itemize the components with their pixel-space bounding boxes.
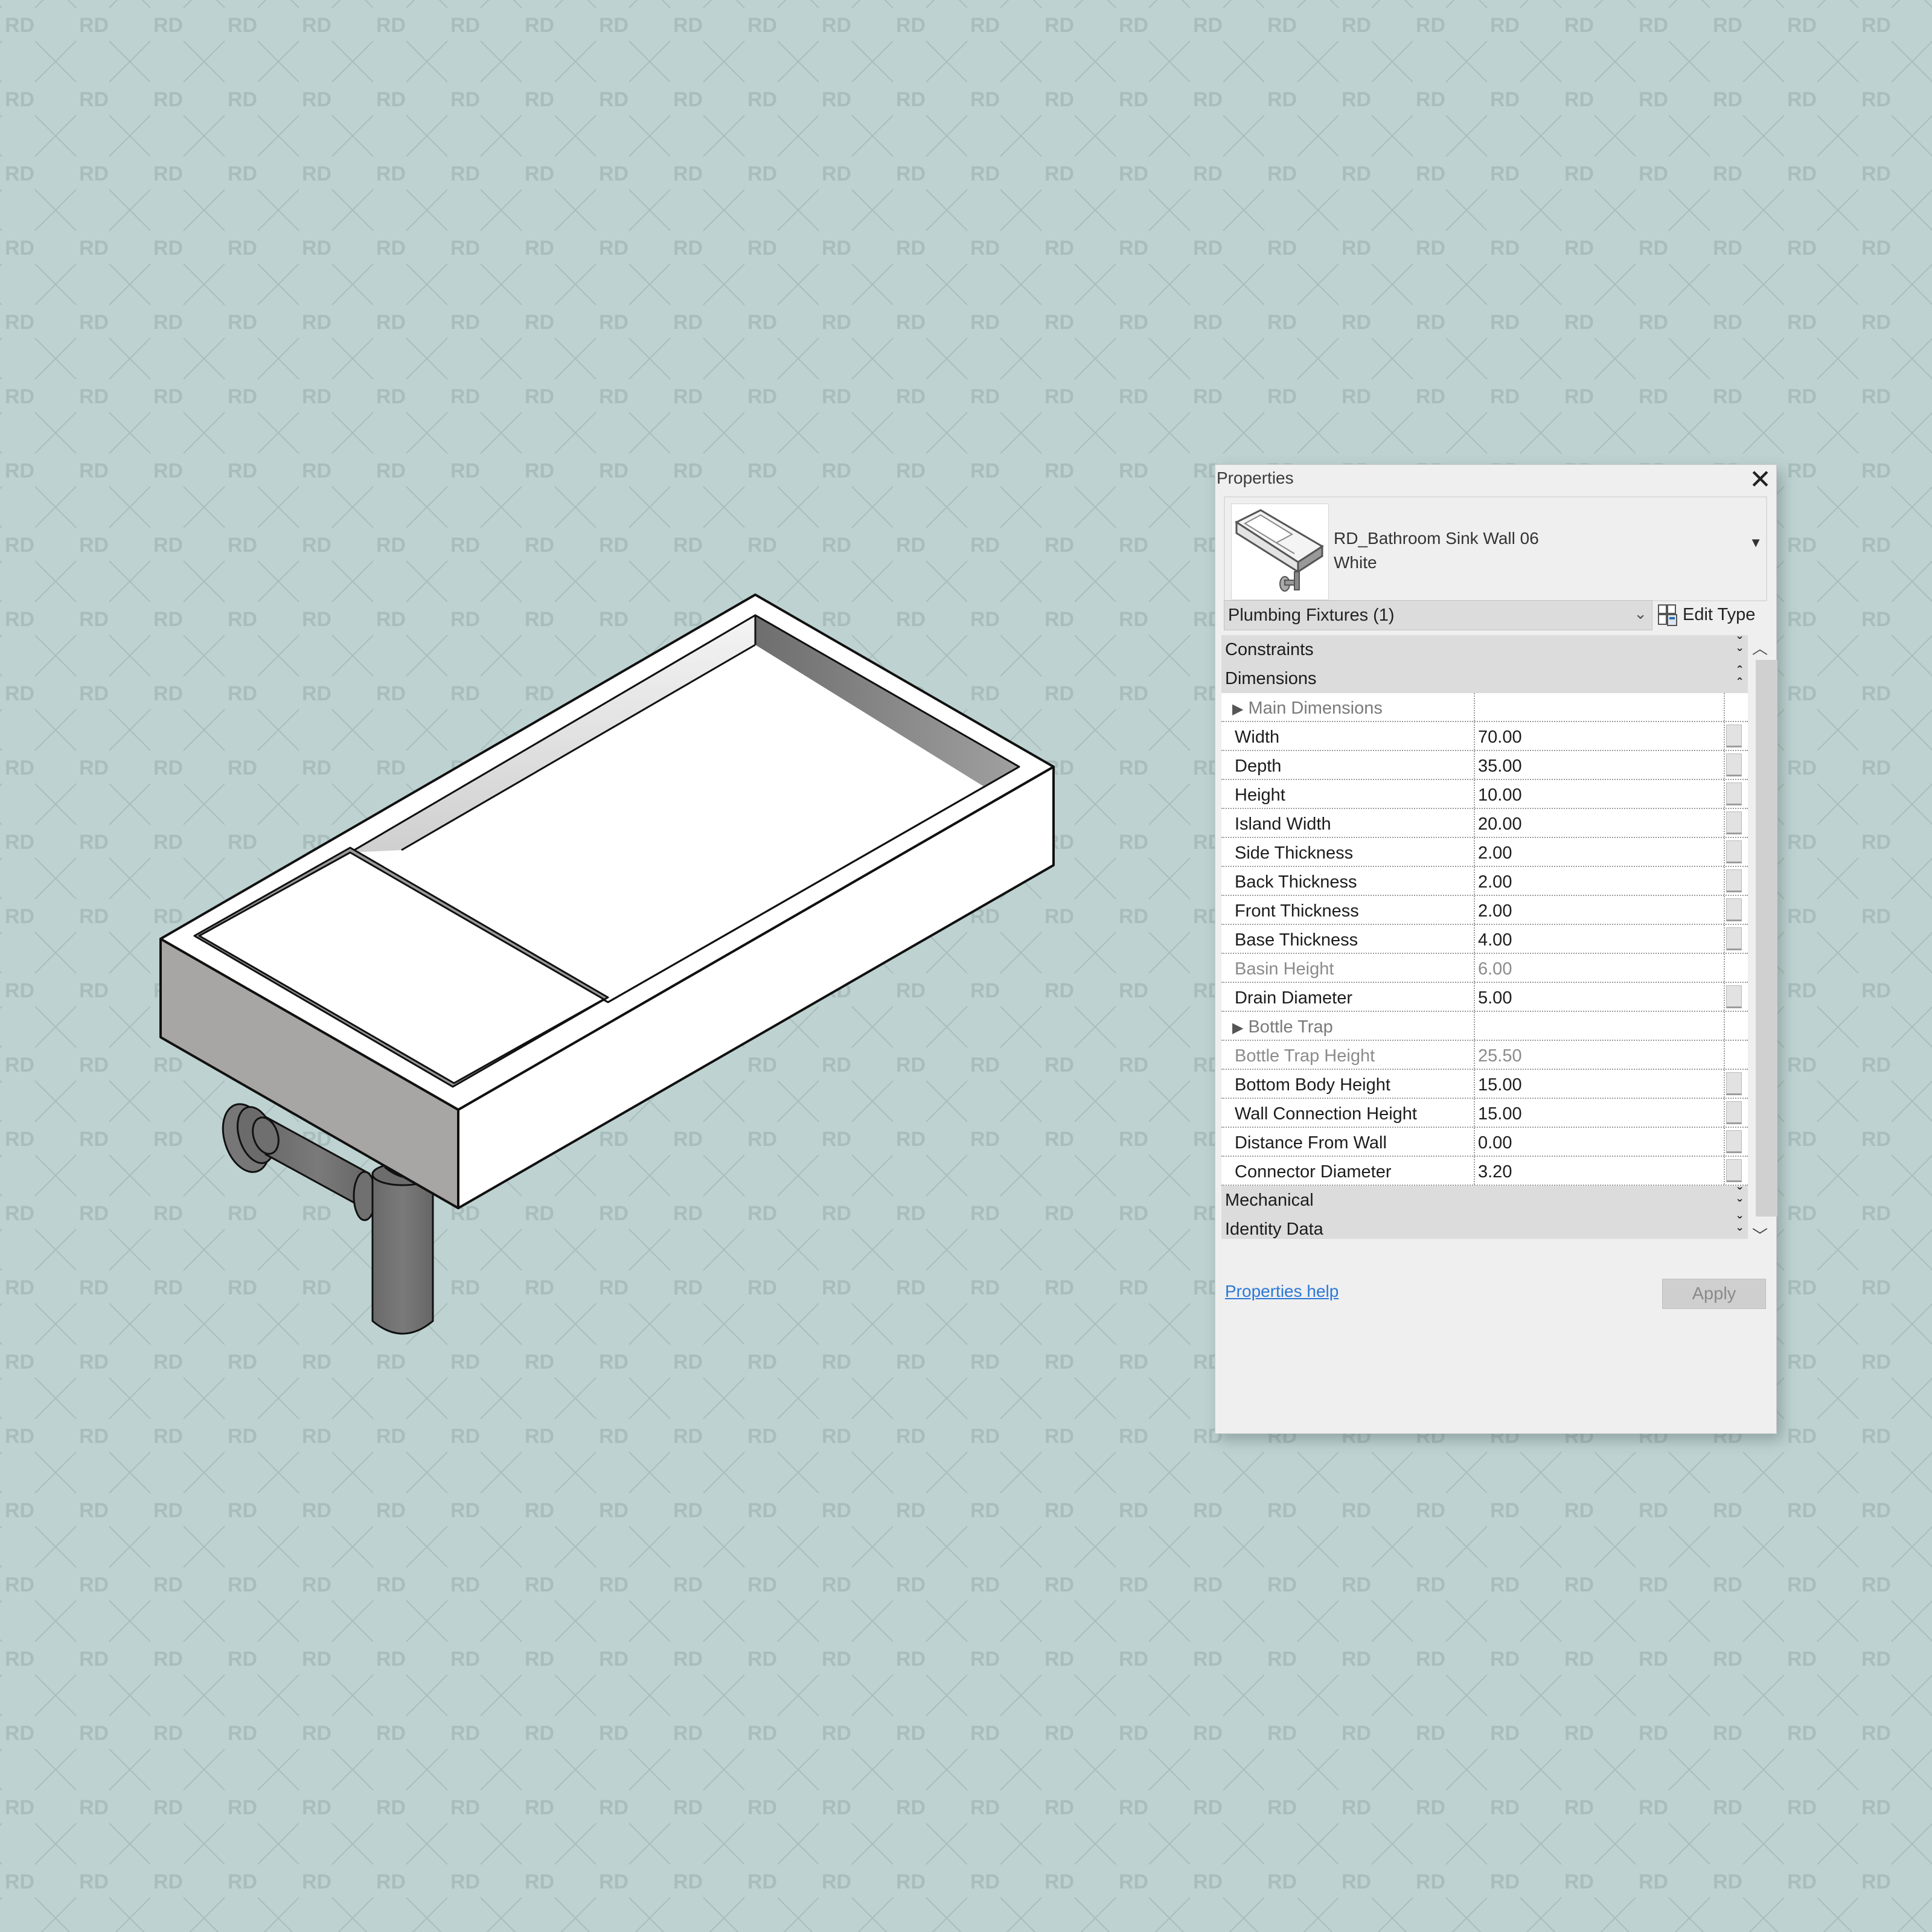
subgroup-label: Bottle Trap <box>1248 1017 1333 1037</box>
palette-title: Properties <box>1217 469 1294 487</box>
property-name: Bottle Trap Height <box>1235 1046 1375 1066</box>
property-value[interactable]: 5.00 <box>1478 988 1512 1008</box>
property-value[interactable]: 2.00 <box>1478 901 1512 921</box>
associate-parameter-button[interactable] <box>1726 1101 1742 1124</box>
property-subgroup[interactable]: ▶ Bottle Trap <box>1221 1012 1748 1041</box>
apply-button[interactable]: Apply <box>1662 1279 1766 1309</box>
property-name: Connector Diameter <box>1235 1162 1392 1182</box>
property-name: Width <box>1235 728 1280 747</box>
property-value[interactable]: 2.00 <box>1478 843 1512 863</box>
property-name: Basin Height <box>1235 959 1334 979</box>
close-icon[interactable]: ✕ <box>1749 465 1771 495</box>
property-value[interactable]: 3.20 <box>1478 1162 1512 1182</box>
associate-parameter-button[interactable] <box>1726 753 1742 776</box>
vertical-trap-body <box>371 1172 434 1335</box>
edit-type-icon <box>1658 604 1677 626</box>
properties-scrollbar[interactable]: ︿ ﹀ <box>1748 635 1777 1257</box>
property-name: Side Thickness <box>1235 843 1354 863</box>
property-row: Island Width 20.00 <box>1221 809 1748 838</box>
property-value[interactable]: 70.00 <box>1478 728 1522 747</box>
property-name: Distance From Wall <box>1235 1133 1387 1153</box>
instance-filter-dropdown[interactable]: Plumbing Fixtures (1) ⌄ <box>1224 600 1652 630</box>
associate-parameter-button[interactable] <box>1726 1072 1742 1095</box>
associate-parameter-button[interactable] <box>1726 927 1742 950</box>
expand-triangle-icon[interactable]: ▶ <box>1232 701 1243 717</box>
property-row: Drain Diameter 5.00 <box>1221 983 1748 1012</box>
group-label: Dimensions <box>1225 669 1317 688</box>
property-name: Front Thickness <box>1235 901 1359 921</box>
property-value[interactable]: 4.00 <box>1478 930 1512 950</box>
associate-parameter-button[interactable] <box>1726 898 1742 921</box>
associate-parameter-button[interactable] <box>1726 1130 1742 1153</box>
property-value[interactable]: 35.00 <box>1478 756 1522 776</box>
property-value[interactable]: 2.00 <box>1478 872 1512 892</box>
properties-grid: Constraints ˇ ˇ Dimensions ˆ ˆ ▶ Main Dimension… <box>1221 635 1748 1239</box>
associate-parameter-button[interactable] <box>1726 782 1742 805</box>
property-row: Side Thickness 2.00 <box>1221 838 1748 867</box>
property-name: Back Thickness <box>1235 872 1357 892</box>
property-value: 6.00 <box>1478 959 1512 979</box>
property-name: Island Width <box>1235 814 1331 834</box>
caret-down-icon[interactable]: ▼ <box>1749 535 1762 551</box>
property-row: Wall Connection Height 15.00 <box>1221 1099 1748 1128</box>
property-row: Bottle Trap Height 25.50 <box>1221 1041 1748 1070</box>
properties-help-link[interactable]: Properties help <box>1225 1282 1339 1301</box>
type-variant-name: White <box>1334 553 1377 572</box>
property-row: Base Thickness 4.00 <box>1221 925 1748 954</box>
property-value[interactable]: 0.00 <box>1478 1133 1512 1153</box>
property-name: Height <box>1235 785 1285 805</box>
property-row: Width 70.00 <box>1221 722 1748 751</box>
group-label: Identity Data <box>1225 1220 1323 1239</box>
property-value[interactable]: 20.00 <box>1478 814 1522 834</box>
associate-parameter-button[interactable] <box>1726 1159 1742 1182</box>
group-header-identity-data[interactable]: Identity Data ˇ ˇ <box>1221 1215 1748 1239</box>
associate-parameter-button[interactable] <box>1726 811 1742 834</box>
expand-icon[interactable]: ˇˇ <box>1738 1215 1742 1239</box>
group-label: Constraints <box>1225 640 1314 659</box>
scrollbar-thumb[interactable] <box>1756 660 1777 1217</box>
property-name: Wall Connection Height <box>1235 1104 1417 1124</box>
property-row: Basin Height 6.00 <box>1221 954 1748 983</box>
property-value[interactable]: 15.00 <box>1478 1075 1522 1095</box>
group-header-constraints[interactable]: Constraints ˇ ˇ <box>1221 635 1748 664</box>
associate-parameter-button[interactable] <box>1726 869 1742 892</box>
chevron-down-icon[interactable]: ﹀ <box>1752 1224 1768 1246</box>
expand-icon[interactable]: ˇˇ <box>1738 1186 1742 1212</box>
chevron-down-icon: ⌄ <box>1634 604 1647 622</box>
property-row: Connector Diameter 3.20 <box>1221 1157 1748 1186</box>
property-row: Depth 35.00 <box>1221 751 1748 780</box>
property-value: 25.50 <box>1478 1046 1522 1066</box>
property-subgroup[interactable]: ▶ Main Dimensions <box>1221 693 1748 722</box>
property-name: Base Thickness <box>1235 930 1358 950</box>
property-row: Front Thickness 2.00 <box>1221 896 1748 925</box>
chevron-up-icon[interactable]: ︿ <box>1752 636 1768 659</box>
type-name: RD_Bathroom Sink Wall 06 White <box>1334 526 1539 575</box>
associate-parameter-button[interactable] <box>1726 724 1742 747</box>
group-label: Mechanical <box>1225 1191 1314 1210</box>
type-family-name: RD_Bathroom Sink Wall 06 <box>1334 529 1539 548</box>
edit-type-label: Edit Type <box>1683 605 1756 624</box>
property-row: Back Thickness 2.00 <box>1221 867 1748 896</box>
instance-filter-label: Plumbing Fixtures (1) <box>1228 606 1395 625</box>
associate-parameter-button[interactable] <box>1726 840 1742 863</box>
expand-icon[interactable]: ˇˇ <box>1738 636 1742 661</box>
type-selector[interactable]: RD_Bathroom Sink Wall 06 White ▼ <box>1224 496 1767 601</box>
expand-triangle-icon[interactable]: ▶ <box>1232 1020 1243 1036</box>
property-name: Bottom Body Height <box>1235 1075 1390 1095</box>
property-row: Distance From Wall 0.00 <box>1221 1128 1748 1157</box>
group-header-mechanical[interactable]: Mechanical ˇ ˇ <box>1221 1186 1748 1215</box>
subgroup-label: Main Dimensions <box>1248 699 1383 718</box>
property-name: Depth <box>1235 756 1282 776</box>
property-row: Bottom Body Height 15.00 <box>1221 1070 1748 1099</box>
associate-parameter-button[interactable] <box>1726 985 1742 1008</box>
type-thumbnail <box>1231 504 1329 600</box>
property-name: Drain Diameter <box>1235 988 1352 1008</box>
property-value[interactable]: 15.00 <box>1478 1104 1522 1124</box>
property-row: Height 10.00 <box>1221 780 1748 809</box>
collapse-icon[interactable]: ˆˆ <box>1738 665 1742 690</box>
group-header-dimensions[interactable]: Dimensions ˆ ˆ <box>1221 664 1748 693</box>
property-value[interactable]: 10.00 <box>1478 785 1522 805</box>
properties-palette: Properties ✕ RD_Bathroom Sink Wall 06 Wh… <box>1215 464 1777 1434</box>
